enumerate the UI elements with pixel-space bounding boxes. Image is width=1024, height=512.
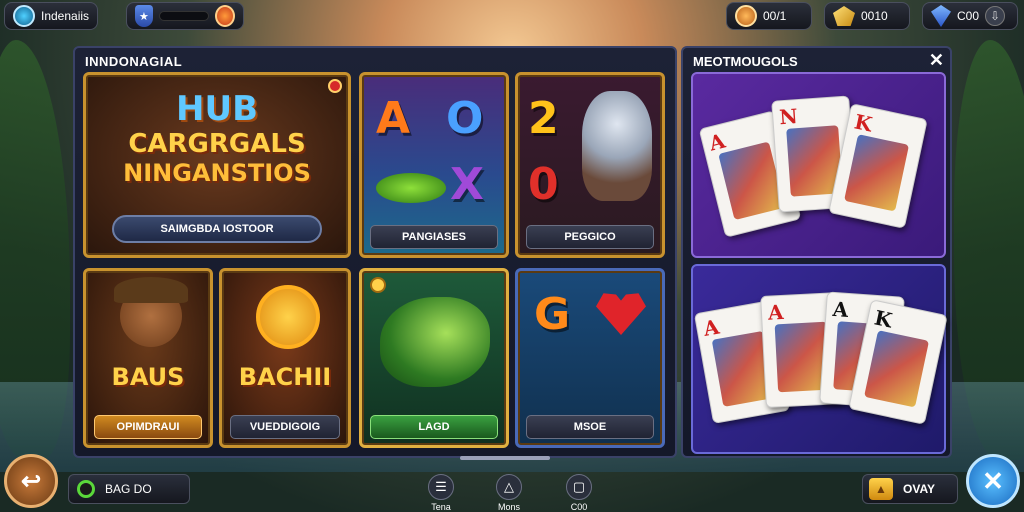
tile-label-letters: PANGIASES <box>370 225 498 249</box>
hub-play-button[interactable]: SAIMGBDA IOSTOOR <box>112 215 322 243</box>
monster-icon <box>582 91 652 201</box>
tile-word-sun: BACHII <box>238 363 332 391</box>
box-icon: ▢ <box>566 474 592 500</box>
card-rank: K <box>852 109 875 137</box>
profile-icon <box>13 5 35 27</box>
game-tile-mixed[interactable]: G MSOE <box>515 268 665 448</box>
list-icon: ☰ <box>428 474 454 500</box>
tile-label-mixed: MSOE <box>526 415 654 439</box>
nav-item-tena[interactable]: ☰ Tena <box>428 474 454 512</box>
tile-word-bear: BAUS <box>111 363 185 391</box>
card-rank: A <box>831 296 850 322</box>
card-art <box>844 134 910 212</box>
shield-icon: ★ <box>135 5 153 27</box>
game-tile-sun[interactable]: BACHII VUEDDIGOIG <box>219 268 351 448</box>
tile-label-sun: VUEDDIGOIG <box>230 415 340 439</box>
nav-item-mons[interactable]: △ Mons <box>496 474 522 512</box>
green-fish-icon <box>376 173 446 203</box>
coin-icon <box>735 5 757 27</box>
coins-value: 00/1 <box>763 9 787 23</box>
letter-glyph: O <box>446 93 484 144</box>
heart-icon <box>596 293 646 335</box>
card-rank: A <box>701 314 722 341</box>
play-button[interactable]: ▲ OVAY <box>862 474 958 504</box>
bottom-bar: ↩ BAG DO ☰ Tena △ Mons ▢ C00 ▲ OVAY ✕ <box>0 454 1024 512</box>
gold-crown-icon <box>833 6 855 26</box>
level-progress-bar <box>158 11 209 21</box>
top-bar: Indenaiis ★ 00/1 0010 C00 ⇩ <box>0 0 1024 34</box>
gem-icon <box>931 5 951 27</box>
play-label: OVAY <box>903 482 936 496</box>
card-rank: N <box>778 104 799 130</box>
card-rank: K <box>872 305 895 333</box>
game-tile-bear[interactable]: BAUS OPIMDRAUI <box>83 268 213 448</box>
letter-glyph: X <box>450 159 484 210</box>
panel-title: INNDONAGIAL <box>85 54 183 69</box>
add-gems-icon[interactable]: ⇩ <box>985 6 1006 26</box>
games-panel: INNDONAGIAL HUB CARGRGALS NINGANSTIOS SA… <box>73 46 677 458</box>
sun-character-icon <box>256 285 320 349</box>
toggle-icon <box>77 480 95 498</box>
gift-icon[interactable] <box>214 5 235 27</box>
bag-button[interactable]: BAG DO <box>68 474 190 504</box>
hub-logo: HUB CARGRGALS NINGANSTIOS <box>86 89 348 187</box>
game-tile-fish[interactable]: LAGD <box>359 268 509 448</box>
tile-label-bear: OPIMDRAUI <box>94 415 202 439</box>
close-icon: ✕ <box>982 465 1004 496</box>
gold-value: 0010 <box>861 9 888 23</box>
hub-logo-line3: NINGANSTIOS <box>123 159 311 187</box>
triangle-icon: △ <box>496 474 522 500</box>
card-game-top[interactable]: A N K <box>691 72 946 258</box>
player-profile[interactable]: Indenaiis <box>4 2 99 30</box>
panel-scrollbar[interactable] <box>460 456 550 460</box>
hub-logo-line2: CARGRGALS <box>128 129 306 159</box>
gold-counter[interactable]: 0010 <box>824 2 910 30</box>
coins-counter[interactable]: 00/1 <box>726 2 812 30</box>
mixed-glyph: G <box>534 289 571 340</box>
bag-label: BAG DO <box>105 482 152 496</box>
hub-logo-line1: HUB <box>176 89 258 129</box>
letter-glyph: A <box>376 93 411 144</box>
nav-label: Mons <box>497 502 520 512</box>
gems-counter[interactable]: C00 ⇩ <box>922 2 1018 30</box>
close-button[interactable]: ✕ <box>966 454 1020 508</box>
card-rank: A <box>767 299 785 325</box>
game-tile-numbers[interactable]: 2 0 PEGGICO <box>515 72 665 258</box>
cards-panel-title: MEOTMOUGOLS <box>693 54 798 69</box>
player-name: Indenaiis <box>41 9 90 23</box>
level-progress[interactable]: ★ <box>126 2 244 30</box>
coin-icon <box>370 277 386 293</box>
gems-value: C00 <box>957 9 980 23</box>
card-art <box>864 330 930 408</box>
nav-label: C00 <box>570 502 588 512</box>
play-icon: ▲ <box>869 478 893 500</box>
number-glyph: 2 <box>528 93 559 144</box>
cards-panel: MEOTMOUGOLS ✕ A N K A A A K <box>681 46 952 458</box>
close-icon[interactable]: ✕ <box>929 50 944 71</box>
number-glyph: 0 <box>528 159 559 210</box>
nav-label: Tena <box>431 502 451 512</box>
back-button[interactable]: ↩ <box>4 454 58 508</box>
fish-character-icon <box>380 297 490 387</box>
tile-label-fish: LAGD <box>370 415 498 439</box>
game-tile-letters[interactable]: A O X PANGIASES <box>359 72 509 258</box>
game-tile-hub[interactable]: HUB CARGRGALS NINGANSTIOS SAIMGBDA IOSTO… <box>83 72 351 258</box>
tile-label-numbers: PEGGICO <box>526 225 654 249</box>
hat-icon <box>114 277 188 303</box>
nav-item-c00[interactable]: ▢ C00 <box>566 474 592 512</box>
card-game-bottom[interactable]: A A A K <box>691 264 948 454</box>
back-arrow-icon: ↩ <box>20 467 42 495</box>
